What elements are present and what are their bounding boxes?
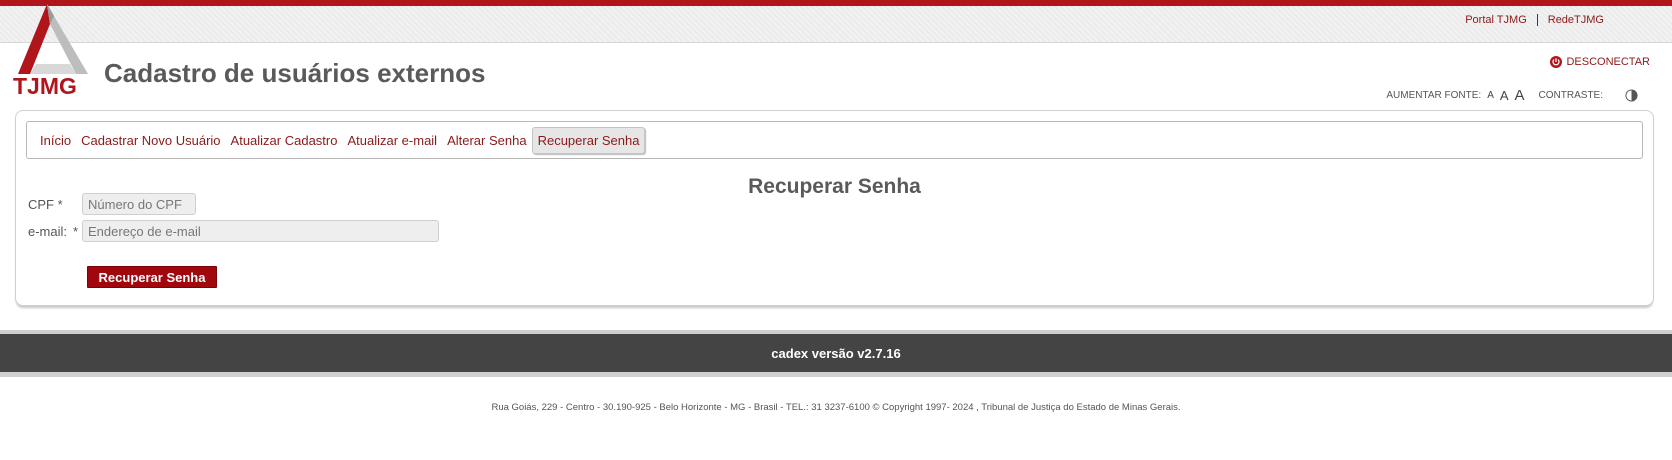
font-size-label: AUMENTAR FONTE: — [1386, 90, 1482, 101]
contrast-icon[interactable] — [1625, 89, 1638, 102]
nav-item-atualizar-cadastro[interactable]: Atualizar Cadastro — [226, 127, 343, 154]
contrast-label: CONTRASTE: — [1538, 90, 1603, 101]
nav-item-alterar-senha[interactable]: Alterar Senha — [442, 127, 532, 154]
font-size-small-button[interactable]: A — [1487, 90, 1494, 101]
footer-address: Rua Goiás, 229 - Centro - 30.190-925 - B… — [491, 402, 1181, 413]
email-required-marker: * — [73, 224, 79, 239]
nav-item-atualizar-email[interactable]: Atualizar e-mail — [342, 127, 442, 154]
logo-text: TJMG — [13, 73, 77, 99]
logout-button[interactable]: DESCONECTAR — [1550, 56, 1650, 68]
version-text: cadex versão v2.7.16 — [771, 345, 901, 361]
nav-item-recuperar-senha[interactable]: Recuperar Senha — [531, 126, 646, 154]
rede-tjmg-link[interactable]: RedeTJMG — [1536, 14, 1614, 26]
footer-version-bar: cadex versão v2.7.16 — [0, 330, 1672, 377]
nav-menu: Início Cadastrar Novo Usuário Atualizar … — [26, 121, 1643, 159]
recover-password-button[interactable]: Recuperar Senha — [87, 266, 217, 288]
top-links: Portal TJMG RedeTJMG — [1455, 14, 1614, 26]
main-panel: Início Cadastrar Novo Usuário Atualizar … — [15, 110, 1654, 306]
logout-label: DESCONECTAR — [1566, 56, 1650, 68]
accessibility-bar: AUMENTAR FONTE: A A A CONTRASTE: — [1386, 87, 1638, 104]
portal-tjmg-link[interactable]: Portal TJMG — [1455, 14, 1537, 26]
nav-item-cadastrar-novo-usuario[interactable]: Cadastrar Novo Usuário — [76, 127, 225, 154]
power-icon — [1550, 56, 1563, 68]
nav-item-inicio[interactable]: Início — [35, 127, 76, 154]
font-size-medium-button[interactable]: A — [1500, 88, 1509, 103]
font-size-large-button[interactable]: A — [1515, 87, 1525, 104]
email-input[interactable] — [82, 220, 439, 242]
page-title: Cadastro de usuários externos — [104, 58, 486, 88]
cpf-label: CPF * — [28, 197, 63, 212]
form-title: Recuperar Senha — [748, 175, 921, 198]
email-label: e-mail: — [28, 224, 68, 239]
header-bar: Portal TJMG RedeTJMG — [0, 6, 1672, 43]
cpf-input[interactable] — [82, 193, 196, 215]
